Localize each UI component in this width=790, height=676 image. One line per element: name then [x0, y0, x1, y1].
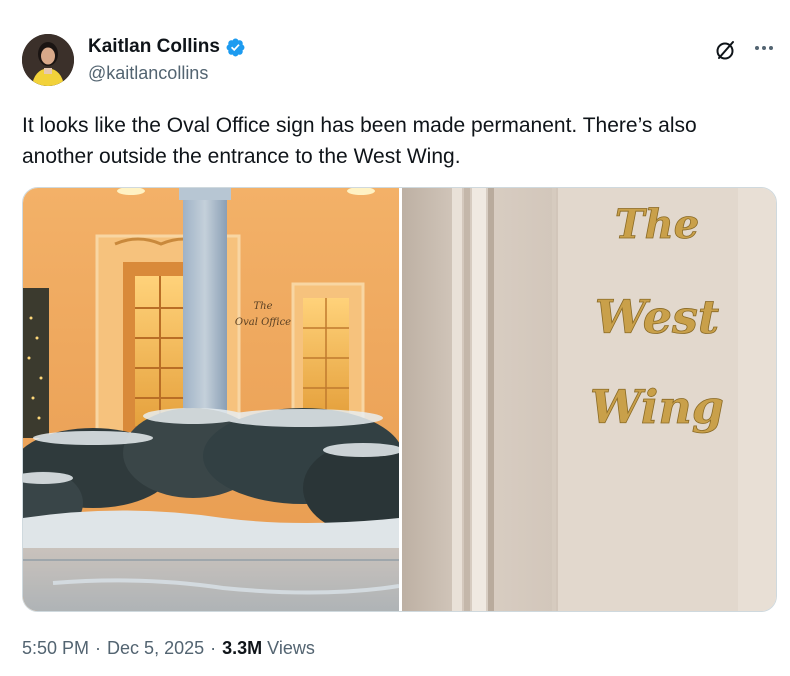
- meta-separator: ·: [95, 638, 102, 658]
- author-name-row[interactable]: Kaitlan Collins: [88, 36, 246, 58]
- oval-office-sign-line2: Oval Office: [235, 317, 291, 328]
- west-wing-sign-line3: Wing: [590, 380, 724, 434]
- tweet-text: It looks like the Oval Office sign has b…: [22, 114, 697, 168]
- verified-badge-icon[interactable]: [225, 37, 246, 58]
- tweet-time[interactable]: 5:50 PM: [22, 638, 89, 659]
- more-icon[interactable]: [752, 36, 776, 60]
- views-label[interactable]: Views: [267, 638, 315, 659]
- tweet: Kaitlan Collins @kaitlancollins It looks…: [0, 0, 790, 676]
- west-wing-sign-line2: West: [595, 290, 719, 344]
- views-count[interactable]: 3.3M: [222, 638, 262, 659]
- photo-oval-office[interactable]: The Oval Office: [23, 188, 399, 611]
- grok-icon[interactable]: [714, 38, 738, 62]
- photo-west-wing[interactable]: The West Wing: [402, 188, 776, 611]
- media-grid: The Oval Office The West Wing: [22, 187, 777, 612]
- tweet-date[interactable]: Dec 5, 2025: [107, 638, 204, 659]
- author-display-name[interactable]: Kaitlan Collins: [88, 36, 220, 58]
- author-handle[interactable]: @kaitlancollins: [88, 63, 208, 84]
- avatar[interactable]: [22, 34, 74, 86]
- meta-separator: ·: [210, 638, 217, 658]
- tweet-meta: 5:50 PM · Dec 5, 2025 · 3.3M Views: [22, 638, 315, 659]
- oval-office-sign-line1: The: [253, 301, 272, 312]
- west-wing-sign-line1: The: [615, 201, 699, 248]
